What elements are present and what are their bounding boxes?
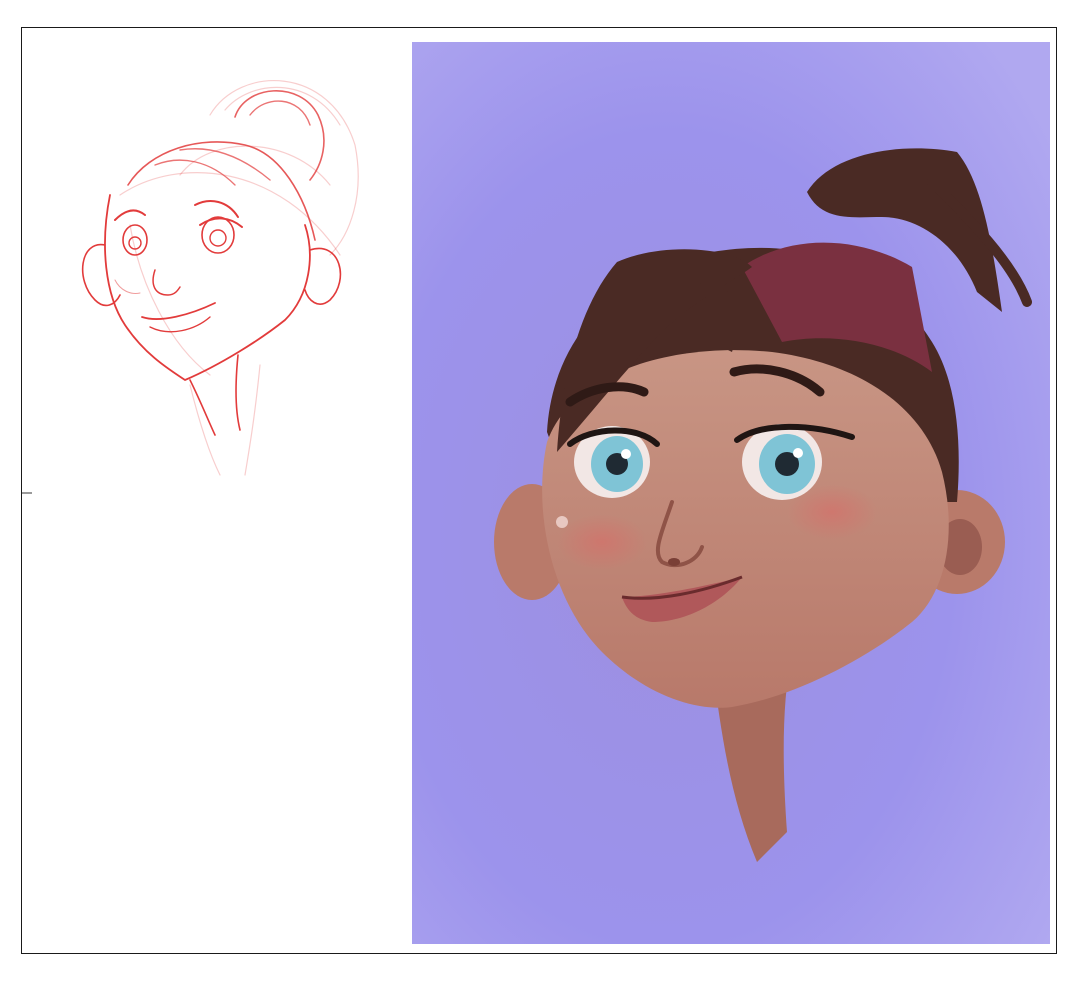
pencil-sketch: [60, 55, 370, 485]
portrait-drawing: [412, 42, 1050, 944]
ruler-tick-mark: [22, 492, 32, 494]
sketch-drawing: [81, 79, 359, 476]
painted-portrait: [412, 42, 1050, 944]
